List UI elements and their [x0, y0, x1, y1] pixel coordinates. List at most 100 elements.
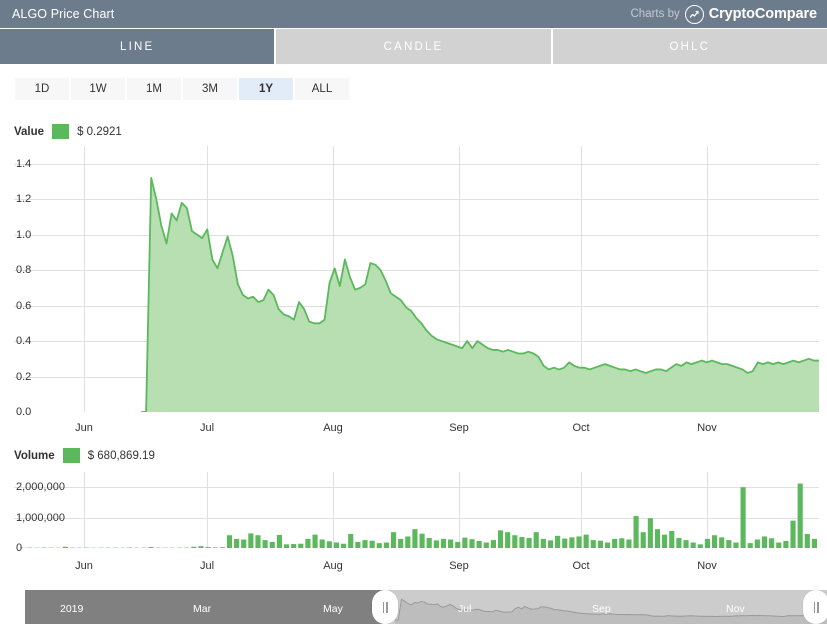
- value-series-amount: $ 0.2921: [77, 125, 122, 138]
- navigator-tick-label: May: [323, 603, 343, 615]
- volume-bar: [476, 541, 482, 548]
- tab-ohlc[interactable]: OHLC: [552, 29, 827, 64]
- crypto-price-chart-widget: ALGO Price Chart Charts by CryptoCompare…: [0, 0, 827, 634]
- volume-bar: [711, 535, 718, 548]
- volume-bar: [626, 539, 632, 548]
- volume-chart-pane[interactable]: [0, 472, 827, 549]
- volume-bar: [769, 538, 775, 548]
- volume-bar: [776, 542, 782, 548]
- value-series-label: Value: [14, 125, 45, 138]
- volume-bar: [276, 534, 282, 548]
- navigator-tick-label: Mar: [193, 603, 212, 615]
- volume-bar: [448, 539, 454, 548]
- range-button-1m[interactable]: 1M: [127, 78, 181, 100]
- range-button-3m[interactable]: 3M: [183, 78, 237, 100]
- volume-bar: [619, 538, 625, 548]
- volume-x-tick-label: Aug: [323, 560, 343, 572]
- volume-bar: [390, 532, 397, 548]
- price-y-tick-label: 0.8: [16, 264, 32, 277]
- volume-bar: [555, 535, 561, 548]
- volume-bar: [419, 533, 425, 548]
- volume-series-amount: $ 680,869.19: [87, 449, 155, 462]
- volume-bar: [398, 538, 404, 548]
- volume-bar: [704, 538, 710, 548]
- volume-series-label: Volume: [14, 449, 55, 462]
- tab-line[interactable]: LINE: [0, 29, 275, 64]
- volume-bar: [640, 532, 646, 548]
- navigator-track[interactable]: [0, 590, 827, 624]
- tab-candle[interactable]: CANDLE: [276, 29, 551, 64]
- price-x-tick-label: Nov: [697, 422, 717, 434]
- volume-bar: [576, 536, 582, 548]
- price-y-tick-label: 1.2: [16, 193, 32, 206]
- volume-series-color-swatch[interactable]: [62, 448, 80, 463]
- volume-bar: [405, 536, 411, 548]
- volume-bar: [612, 538, 618, 548]
- volume-bar: [604, 542, 611, 548]
- volume-bar: [547, 540, 554, 548]
- volume-bar: [241, 539, 247, 548]
- volume-bar: [298, 543, 304, 548]
- volume-x-tick-label: Jun: [75, 560, 93, 572]
- volume-bar: [62, 546, 68, 548]
- volume-bar: [348, 534, 354, 548]
- price-chart-pane[interactable]: [0, 146, 827, 413]
- volume-bar: [383, 542, 389, 548]
- price-area-chart: [14, 146, 819, 413]
- volume-bar: [148, 547, 154, 549]
- volume-bar: [761, 536, 768, 548]
- volume-bar: [248, 533, 254, 548]
- volume-bar: [362, 540, 368, 548]
- page-title: ALGO Price Chart: [12, 7, 115, 21]
- volume-bar: [291, 544, 297, 548]
- volume-bar: [726, 540, 732, 548]
- volume-bar: [426, 537, 432, 548]
- volume-y-tick-label: 2,000,000: [16, 481, 65, 494]
- volume-bar: [462, 537, 468, 548]
- volume-bar: [412, 529, 418, 548]
- range-navigator[interactable]: 2019 Mar May Jul Sep Nov: [0, 590, 827, 624]
- volume-bar: [226, 535, 233, 548]
- volume-bar: [633, 516, 639, 548]
- brand-attribution: Charts by CryptoCompare: [631, 4, 817, 24]
- range-button-1d[interactable]: 1D: [15, 78, 69, 100]
- range-button-1y[interactable]: 1Y: [239, 78, 293, 100]
- volume-bar: [811, 538, 818, 548]
- volume-bar: [683, 540, 689, 548]
- volume-bar: [783, 541, 789, 548]
- volume-bar: [733, 542, 739, 548]
- navigator-left-handle[interactable]: [372, 590, 398, 624]
- volume-bar: [583, 534, 589, 548]
- price-chart-x-axis: Jun Jul Aug Sep Oct Nov: [0, 422, 827, 438]
- volume-bar: [526, 537, 532, 548]
- price-y-tick-label: 0.2: [16, 370, 32, 383]
- volume-bar: [369, 540, 375, 548]
- cryptocompare-chart-icon: [684, 4, 704, 24]
- volume-bar: [505, 532, 511, 548]
- volume-y-tick-label: 0: [16, 542, 23, 554]
- volume-bar: [647, 518, 653, 548]
- navigator-right-handle[interactable]: [803, 590, 827, 624]
- range-button-all[interactable]: ALL: [295, 78, 349, 100]
- price-x-tick-label: Jul: [199, 422, 215, 434]
- volume-bar: [569, 537, 575, 548]
- volume-bar: [333, 542, 340, 548]
- volume-bar: [512, 535, 518, 548]
- range-button-1w[interactable]: 1W: [71, 78, 125, 100]
- volume-bar: [205, 547, 211, 549]
- volume-bar: [234, 538, 240, 548]
- volume-bar: [269, 541, 275, 548]
- volume-bar: [662, 534, 668, 548]
- volume-bar: [341, 543, 347, 548]
- volume-bar: [376, 543, 382, 548]
- volume-bar: [740, 487, 746, 548]
- volume-bar: [355, 541, 361, 548]
- price-y-tick-label: 0.6: [16, 299, 32, 312]
- navigator-tick-label: Sep: [592, 603, 611, 615]
- volume-chart-x-axis: Jun Jul Aug Sep Oct Nov: [0, 560, 827, 576]
- volume-bar: [497, 530, 504, 548]
- volume-bar: [590, 540, 596, 548]
- value-series-color-swatch[interactable]: [52, 124, 70, 139]
- volume-y-tick-label: 1,000,000: [16, 511, 65, 524]
- volume-bar: [669, 530, 675, 548]
